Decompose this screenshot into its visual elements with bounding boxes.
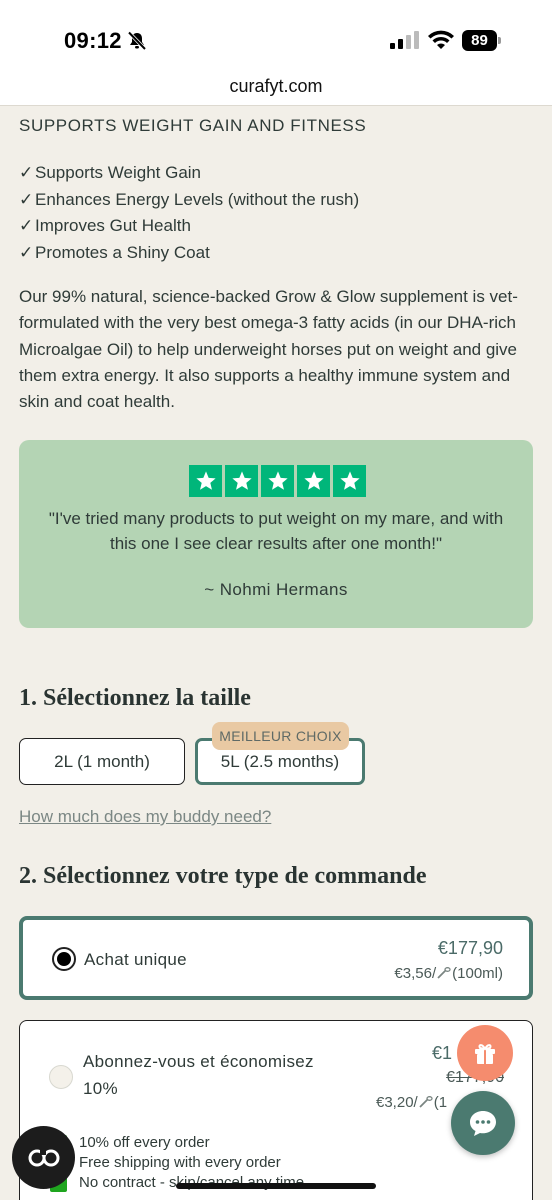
dosage-help-link[interactable]: How much does my buddy need? [19, 807, 271, 827]
cellular-signal-icon [390, 31, 419, 49]
perk-item: ✓10% off every order [50, 1133, 304, 1153]
perk-item: ✓Free shipping with every order [50, 1153, 304, 1173]
checkmark-icon: ✓ [19, 242, 34, 262]
star-icon [189, 465, 222, 497]
subscription-discount: 10% [83, 1079, 118, 1098]
size-step-title: 1. Sélectionnez la taille [19, 685, 251, 711]
checkmark-icon: ✓ [19, 163, 34, 182]
url-text[interactable]: curafyt.com [0, 76, 552, 97]
status-bar: 09:12 89 [0, 0, 552, 70]
best-choice-badge: MEILLEUR CHOIX [212, 722, 349, 750]
co-widget-button[interactable] [12, 1126, 75, 1189]
status-time: 09:12 [64, 28, 122, 53]
home-indicator[interactable] [176, 1183, 376, 1189]
star-icon [225, 465, 258, 497]
checkmark-icon: ✓ [19, 216, 34, 235]
radio-unselected[interactable] [49, 1065, 73, 1089]
benefits-list: ✓ Supports Weight Gain ✓ Enhances Energy L… [19, 160, 359, 266]
benefit-item: ✓ Supports Weight Gain [19, 160, 359, 187]
one-time-label: Achat unique [84, 950, 187, 969]
review-author: ~ Nohmi Hermans [204, 580, 348, 599]
subscription-price: €1 [431, 1043, 452, 1063]
subscription-label: Abonnez-vous et économisez [83, 1052, 314, 1071]
address-bar[interactable]: curafyt.com [0, 70, 552, 106]
one-time-purchase-option[interactable]: Achat unique €177,90 €3,56/(100ml) [19, 916, 533, 1000]
review-card: "I've tried many products to put weight … [19, 440, 533, 628]
chat-button[interactable] [451, 1091, 515, 1155]
battery-level: 89 [462, 30, 497, 51]
scoop-icon [437, 967, 451, 979]
chat-bubble-icon [470, 1111, 496, 1136]
radio-selected[interactable] [52, 947, 76, 971]
bell-slash-icon [127, 31, 147, 51]
wifi-icon [428, 30, 454, 49]
star-icon [297, 465, 330, 497]
one-time-unit-price: €3,56/(100ml) [394, 965, 503, 982]
product-subheading: SUPPORTS WEIGHT GAIN AND FITNESS [19, 116, 367, 135]
subscription-unit-price: €3,20/(1 [376, 1094, 448, 1111]
benefit-item: ✓ Promotes a Shiny Coat [19, 240, 359, 267]
benefit-item: ✓ Improves Gut Health [19, 213, 359, 240]
product-description: Our 99% natural, science-backed Grow & G… [19, 287, 518, 412]
star-icon [333, 465, 366, 497]
gift-icon [475, 1044, 495, 1064]
gift-button[interactable] [457, 1025, 513, 1081]
size-option-2l[interactable]: 2L (1 month) [19, 738, 185, 785]
order-step-title: 2. Sélectionnez votre type de commande [19, 863, 427, 889]
star-icon [261, 465, 294, 497]
review-quote: "I've tried many products to put weight … [48, 509, 504, 553]
co-logo-icon [28, 1146, 59, 1166]
one-time-price: €177,90 [437, 938, 503, 958]
checkmark-icon: ✓ [19, 189, 34, 209]
benefit-item: ✓ Enhances Energy Levels (without the rus… [19, 187, 359, 214]
star-rating [189, 465, 366, 497]
battery-icon: 89 [462, 30, 502, 52]
scoop-icon [419, 1096, 433, 1108]
